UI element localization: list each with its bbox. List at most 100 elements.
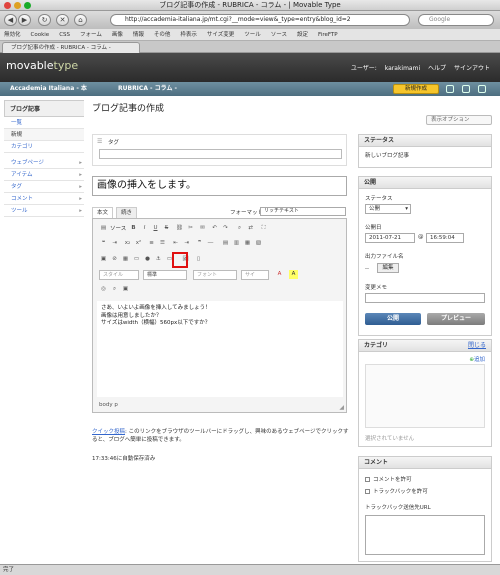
- help-link[interactable]: ヘルプ: [428, 65, 446, 72]
- sidebar-item-tools[interactable]: ツール ▸: [4, 205, 84, 217]
- category-close-link[interactable]: 閉じる: [468, 340, 486, 352]
- sidebar-item-list[interactable]: 一覧: [4, 117, 84, 129]
- unordered-list-icon[interactable]: ☰: [158, 239, 167, 248]
- align-right-icon[interactable]: ▦: [243, 239, 252, 248]
- blockquote-alt-icon[interactable]: ❞: [195, 239, 204, 248]
- preview-icon[interactable]: ▣: [121, 285, 130, 294]
- link-icon[interactable]: ⛓: [175, 224, 184, 233]
- signout-link[interactable]: サインアウト: [454, 65, 490, 72]
- asset-icon[interactable]: ●: [143, 255, 152, 264]
- file-icon[interactable]: ▯: [194, 255, 203, 264]
- unlink-icon[interactable]: ✂: [186, 224, 195, 233]
- memo-input[interactable]: [365, 293, 485, 303]
- subscript-icon[interactable]: x₂: [123, 239, 132, 248]
- text-color-icon[interactable]: A: [275, 270, 284, 279]
- bookmark-item[interactable]: ソース: [271, 32, 287, 38]
- bookmark-item[interactable]: サイズ変更: [207, 32, 234, 38]
- bookmark-item[interactable]: フォーム: [80, 32, 102, 38]
- zoom-window-icon[interactable]: [24, 2, 31, 9]
- spellcheck-icon[interactable]: ⌕: [110, 285, 119, 294]
- browser-tab[interactable]: ブログ記事の作成 - RUBRICA - コラム -: [2, 42, 140, 53]
- minimize-window-icon[interactable]: [14, 2, 21, 9]
- bookmark-item[interactable]: 情報: [133, 32, 144, 38]
- strikethrough-icon[interactable]: S: [162, 224, 171, 233]
- entry-title-input[interactable]: 画像の挿入をします。: [92, 176, 347, 196]
- category-add-link[interactable]: ⊕追加: [469, 355, 485, 363]
- allow-comments-checkbox[interactable]: [365, 477, 370, 482]
- sidebar-item-category[interactable]: カテゴリ: [4, 141, 84, 153]
- bookmark-item[interactable]: その他: [154, 32, 171, 38]
- new-button[interactable]: 新規作成: [393, 84, 439, 94]
- style-select[interactable]: スタイル: [99, 270, 139, 280]
- reload-icon[interactable]: ↻: [38, 14, 51, 26]
- allow-trackbacks-option[interactable]: トラックバックを許可: [365, 487, 428, 495]
- horizontal-rule-icon[interactable]: ―: [206, 239, 215, 248]
- replace-icon[interactable]: ⇄: [246, 224, 255, 233]
- url-bar[interactable]: http://accademia-italiana.jp/mt.cgi?__mo…: [110, 14, 410, 26]
- indent-more-icon[interactable]: ⇥: [182, 239, 191, 248]
- find-icon[interactable]: ⌕: [235, 224, 244, 233]
- align-left-icon[interactable]: ▤: [221, 239, 230, 248]
- align-center-icon[interactable]: ▥: [232, 239, 241, 248]
- editor-body[interactable]: さあ、いよいよ画像を挿入してみましょう！ 画像は用意しましたか？ サイズはwid…: [97, 301, 343, 397]
- email-icon[interactable]: ✉: [198, 224, 207, 233]
- bookmark-item[interactable]: CSS: [59, 32, 70, 38]
- font-select[interactable]: フォント: [193, 270, 237, 280]
- underline-icon[interactable]: U: [151, 224, 160, 233]
- category-list[interactable]: [365, 364, 485, 428]
- table-icon[interactable]: ▦: [121, 255, 130, 264]
- bookmark-item[interactable]: ツール: [244, 32, 261, 38]
- sidebar-item-webpage[interactable]: ウェブページ ▸: [4, 157, 84, 169]
- italic-icon[interactable]: I: [140, 224, 149, 233]
- resize-handle-icon[interactable]: ◢: [339, 404, 344, 411]
- bookmark-item[interactable]: 設定: [297, 32, 308, 38]
- superscript-icon[interactable]: x²: [134, 239, 143, 248]
- username-link[interactable]: karakimami: [385, 65, 420, 72]
- bookmark-item[interactable]: FireFTP: [318, 32, 338, 38]
- display-options-button[interactable]: 表示オプション: [426, 115, 492, 125]
- source-icon[interactable]: ▤: [99, 224, 108, 233]
- redo-icon[interactable]: ↷: [221, 224, 230, 233]
- anchor-icon[interactable]: ⚓: [154, 255, 163, 264]
- bookmark-item[interactable]: 無効化: [4, 32, 21, 38]
- insert-image-icon[interactable]: ▣: [99, 255, 108, 264]
- app-logo[interactable]: movabletype: [6, 59, 78, 72]
- sidebar-item-assets[interactable]: アイテム ▸: [4, 169, 84, 181]
- format-select[interactable]: リッチテキスト: [260, 207, 346, 216]
- highlight-color-icon[interactable]: A: [289, 270, 298, 279]
- trackback-url-input[interactable]: [365, 515, 485, 555]
- forward-icon[interactable]: ▶: [18, 14, 31, 26]
- bookmark-item[interactable]: 画像: [112, 32, 123, 38]
- size-select[interactable]: サイ: [241, 270, 269, 280]
- close-window-icon[interactable]: [4, 2, 11, 9]
- align-justify-icon[interactable]: ▧: [254, 239, 263, 248]
- globe-icon[interactable]: ◎: [99, 285, 108, 294]
- tag-input[interactable]: [99, 149, 342, 159]
- time-input[interactable]: 16:59:04: [426, 233, 464, 243]
- ordered-list-icon[interactable]: ≡: [147, 239, 156, 248]
- quickpost-link[interactable]: クイック投稿: [92, 429, 125, 435]
- bookmark-item[interactable]: Cookie: [31, 32, 50, 38]
- allow-comments-option[interactable]: コメントを許可: [365, 475, 412, 483]
- preview-button[interactable]: プレビュー: [427, 313, 485, 325]
- outdent-icon[interactable]: ⇤: [171, 239, 180, 248]
- search-icon[interactable]: [478, 85, 486, 93]
- undo-icon[interactable]: ↶: [210, 224, 219, 233]
- allow-trackbacks-checkbox[interactable]: [365, 489, 370, 494]
- search-input[interactable]: Google: [418, 14, 494, 26]
- media-icon[interactable]: ▭: [132, 255, 141, 264]
- tab-body[interactable]: 本文: [92, 207, 114, 218]
- fullscreen-icon[interactable]: ⛶: [259, 224, 268, 233]
- status-select[interactable]: 公開 ▾: [365, 204, 411, 214]
- home-icon[interactable]: ⌂: [74, 14, 87, 26]
- no-icon[interactable]: ⊘: [110, 255, 119, 264]
- view-site-icon[interactable]: [462, 85, 470, 93]
- bold-icon[interactable]: B: [129, 224, 138, 233]
- sidebar-item-tags[interactable]: タグ ▸: [4, 181, 84, 193]
- blog-selector[interactable]: Accademia Italiana - 本: [10, 82, 87, 96]
- bookmark-item[interactable]: 枠表示: [180, 32, 197, 38]
- stop-icon[interactable]: ✕: [56, 14, 69, 26]
- sidebar-item-new[interactable]: 新規: [4, 129, 84, 141]
- blockquote-icon[interactable]: ❝: [99, 239, 108, 248]
- blog-name[interactable]: RUBRICA - コラム -: [118, 82, 177, 96]
